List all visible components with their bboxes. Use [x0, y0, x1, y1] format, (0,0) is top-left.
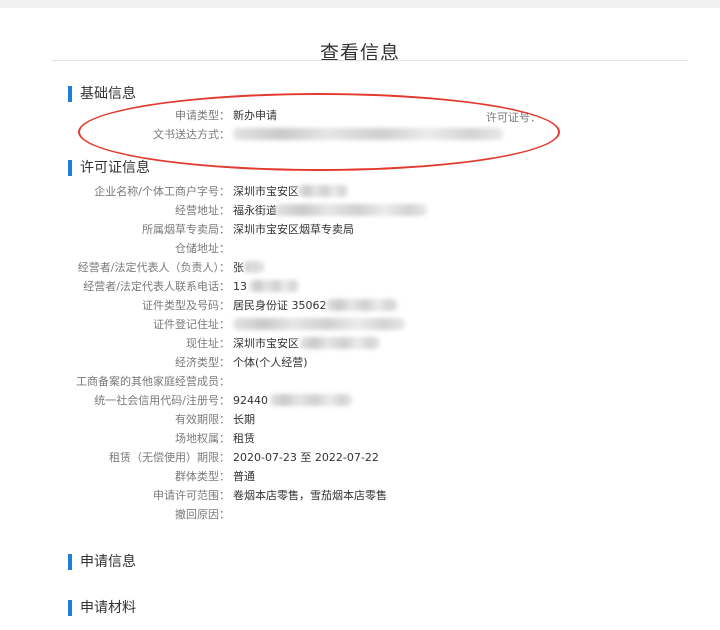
- license-scope-value: 卷烟本店零售，雪茄烟本店零售: [233, 489, 387, 502]
- section-application-info[interactable]: 申请信息: [68, 554, 136, 570]
- title-divider: [52, 60, 688, 61]
- group-type-label: 群体类型：: [175, 470, 230, 483]
- legal-representative-value: 张: [233, 261, 244, 274]
- section-application-materials[interactable]: 申请材料: [68, 600, 136, 616]
- license-row: 有效期限： 长期: [0, 410, 720, 429]
- family-members-label: 工商备案的其他家庭经营成员：: [76, 375, 230, 388]
- redacted-phone: [249, 280, 299, 292]
- license-row: 场地权属： 租赁: [0, 429, 720, 448]
- business-address-value: 福永街道: [233, 204, 277, 217]
- lease-period-label: 租赁（无偿使用）期限：: [109, 451, 230, 464]
- tobacco-bureau-value: 深圳市宝安区烟草专卖局: [233, 223, 354, 236]
- license-row: 撤回原因：: [0, 505, 720, 524]
- id-document-label: 证件类型及号码：: [142, 299, 230, 312]
- credit-code-value: 92440: [233, 394, 268, 407]
- premises-ownership-value: 租赁: [233, 432, 255, 445]
- business-name-label: 企业名称/个体工商户字号：: [94, 185, 230, 198]
- current-address-label: 现住址：: [186, 337, 230, 350]
- contact-phone-value: 13: [233, 280, 247, 293]
- business-address-label: 经营地址：: [175, 204, 230, 217]
- redacted-business-name: [298, 185, 348, 197]
- redacted-business-address: [275, 204, 427, 216]
- license-row: 统一社会信用代码/注册号： 92440: [0, 391, 720, 410]
- license-row: 经济类型： 个体(个人经营): [0, 353, 720, 372]
- premises-ownership-label: 场地权属：: [175, 432, 230, 445]
- redacted-current-address: [300, 337, 380, 349]
- license-row: 仓储地址：: [0, 239, 720, 258]
- current-address-value: 深圳市宝安区: [233, 337, 299, 350]
- redacted-registered-address: [233, 318, 405, 330]
- license-row: 所属烟草专卖局： 深圳市宝安区烟草专卖局: [0, 220, 720, 239]
- license-row: 企业名称/个体工商户字号： 深圳市宝安区: [0, 182, 720, 201]
- tobacco-bureau-label: 所属烟草专卖局：: [142, 223, 230, 236]
- lease-period-value: 2020-07-23 至 2022-07-22: [233, 451, 379, 464]
- license-row: 工商备案的其他家庭经营成员：: [0, 372, 720, 391]
- section-basic-info: 基础信息: [68, 86, 136, 102]
- economic-type-label: 经济类型：: [175, 356, 230, 369]
- legal-representative-label: 经营者/法定代表人（负责人）：: [77, 261, 230, 274]
- license-row: 群体类型： 普通: [0, 467, 720, 486]
- group-type-value: 普通: [233, 470, 255, 483]
- section-license-info: 许可证信息: [68, 160, 150, 176]
- economic-type-value: 个体(个人经营): [233, 356, 308, 369]
- id-document-value: 居民身份证 35062: [233, 299, 327, 312]
- credit-code-label: 统一社会信用代码/注册号：: [94, 394, 230, 407]
- red-highlight-ellipse: [78, 93, 560, 171]
- registered-address-label: 证件登记住址：: [153, 318, 230, 331]
- withdrawal-reason-label: 撤回原因：: [175, 508, 230, 521]
- business-name-value: 深圳市宝安区: [233, 185, 299, 198]
- license-row: 经营者/法定代表人（负责人）： 张: [0, 258, 720, 277]
- redacted-representative: [244, 261, 264, 273]
- warehouse-address-label: 仓储地址：: [175, 242, 230, 255]
- license-row: 租赁（无偿使用）期限： 2020-07-23 至 2022-07-22: [0, 448, 720, 467]
- license-scope-label: 申请许可范围：: [153, 489, 230, 502]
- license-row: 申请许可范围： 卷烟本店零售，雪茄烟本店零售: [0, 486, 720, 505]
- validity-period-value: 长期: [233, 413, 255, 426]
- redacted-credit-code: [270, 394, 352, 406]
- license-row: 经营者/法定代表人联系电话： 13: [0, 277, 720, 296]
- top-bar: [0, 0, 720, 8]
- contact-phone-label: 经营者/法定代表人联系电话：: [83, 280, 230, 293]
- redacted-id-number: [326, 299, 398, 311]
- validity-period-label: 有效期限：: [175, 413, 230, 426]
